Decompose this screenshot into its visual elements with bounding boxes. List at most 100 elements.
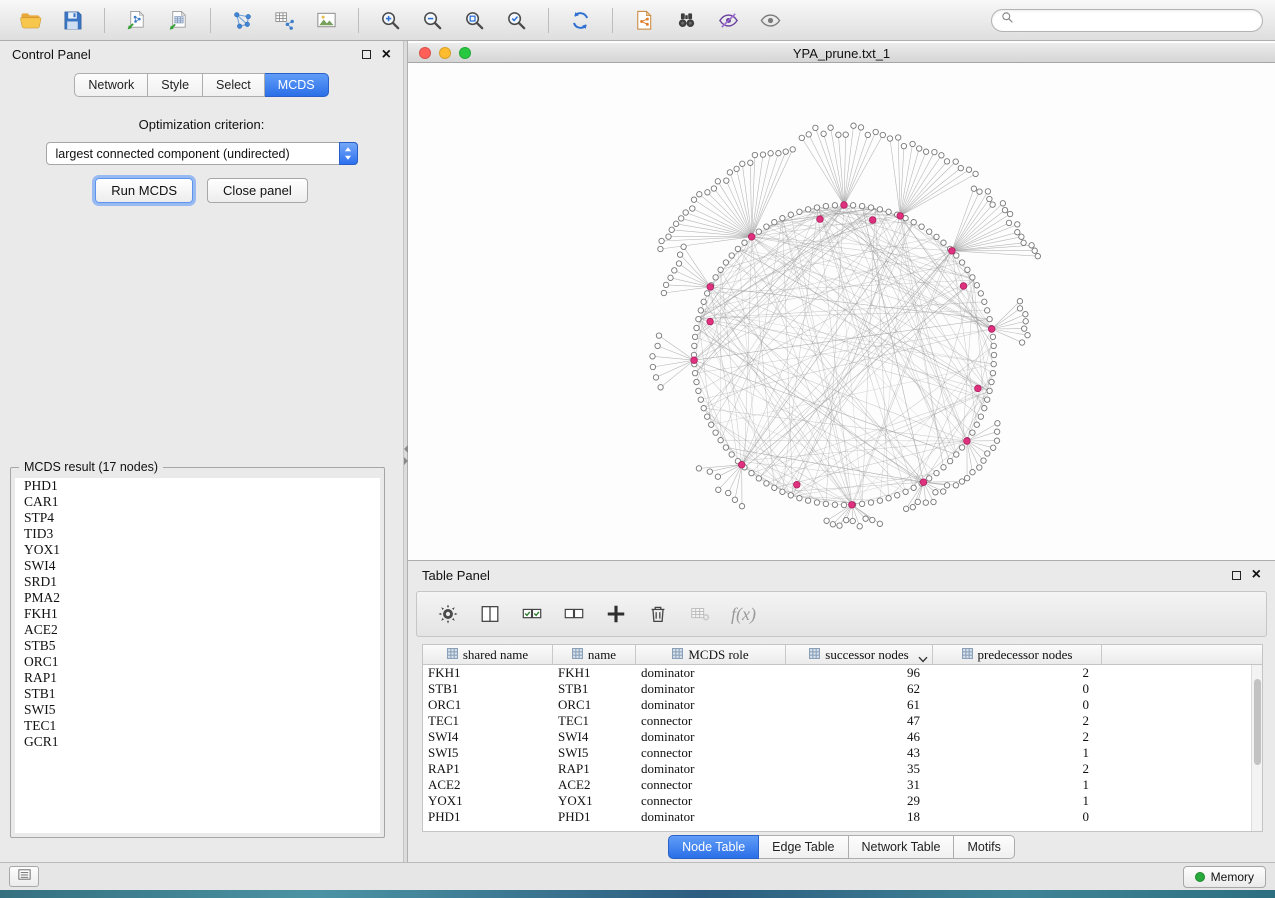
network-canvas[interactable] [408, 63, 1275, 560]
tab-mcds[interactable]: MCDS [265, 73, 329, 97]
zoom-in-button[interactable] [372, 4, 409, 36]
cell-shared_name: PHD1 [423, 809, 553, 825]
column-header-name[interactable]: name [553, 645, 636, 664]
table-scrollbar-thumb[interactable] [1254, 679, 1261, 765]
mcds-result-item[interactable]: PHD1 [15, 478, 380, 494]
mcds-result-item[interactable]: TEC1 [15, 718, 380, 734]
table-row[interactable]: ACE2ACE2connector311 [423, 777, 1262, 793]
column-header-successor_nodes[interactable]: successor nodes [786, 645, 933, 664]
cell-name: SWI4 [553, 729, 636, 745]
close-panel-button[interactable]: Close panel [207, 178, 308, 203]
mcds-result-item[interactable]: PMA2 [15, 590, 380, 606]
mcds-result-item[interactable]: STP4 [15, 510, 380, 526]
column-header-mcds_role[interactable]: MCDS role [636, 645, 786, 664]
mcds-result-item[interactable]: CAR1 [15, 494, 380, 510]
criterion-dropdown[interactable]: largest connected component (undirected) [46, 142, 358, 165]
mcds-result-item[interactable]: GCR1 [15, 734, 380, 750]
mcds-result-item[interactable]: SWI5 [15, 702, 380, 718]
main-toolbar-icons [12, 4, 789, 36]
tab-select[interactable]: Select [203, 73, 265, 97]
tab-edge-table[interactable]: Edge Table [759, 835, 848, 859]
add-row-button[interactable] [599, 597, 633, 631]
search-input[interactable] [1020, 13, 1253, 27]
delete-row-button[interactable] [641, 597, 675, 631]
table-row[interactable]: SWI4SWI4dominator462 [423, 729, 1262, 745]
clear-disabled-button[interactable] [683, 597, 717, 631]
table-row[interactable]: TEC1TEC1connector472 [423, 713, 1262, 729]
refresh-button[interactable] [562, 4, 599, 36]
mcds-result-list[interactable]: PHD1CAR1STP4TID3YOX1SWI4SRD1PMA2FKH1ACE2… [15, 478, 380, 833]
zoom-fit-button[interactable] [456, 4, 493, 36]
table-row[interactable]: FKH1FKH1dominator962 [423, 665, 1262, 681]
float-table-panel-icon[interactable] [1232, 571, 1241, 580]
mcds-result-title: MCDS result (17 nodes) [19, 460, 163, 474]
cell-mcds_role: connector [636, 793, 786, 809]
close-table-panel-icon[interactable]: × [1252, 567, 1261, 583]
cell-mcds_role: dominator [636, 729, 786, 745]
mcds-result-item[interactable]: ACE2 [15, 622, 380, 638]
mcds-result-item[interactable]: YOX1 [15, 542, 380, 558]
style-preview-button[interactable] [710, 4, 747, 36]
cell-predecessor_nodes: 0 [933, 809, 1102, 825]
select-all-button[interactable] [515, 597, 549, 631]
tab-motifs[interactable]: Motifs [954, 835, 1014, 859]
function-builder-button[interactable]: f(x) [731, 604, 756, 625]
mcds-result-item[interactable]: RAP1 [15, 670, 380, 686]
table-row[interactable]: ORC1ORC1dominator610 [423, 697, 1262, 713]
zoom-out-button[interactable] [414, 4, 451, 36]
zoom-selected-button[interactable] [498, 4, 535, 36]
cell-mcds_role: dominator [636, 697, 786, 713]
show-panels-button[interactable] [9, 866, 39, 887]
show-hide-button[interactable] [752, 4, 789, 36]
cell-predecessor_nodes: 2 [933, 729, 1102, 745]
mcds-result-item[interactable]: STB1 [15, 686, 380, 702]
mcds-result-item[interactable]: FKH1 [15, 606, 380, 622]
column-header-predecessor_nodes[interactable]: predecessor nodes [933, 645, 1102, 664]
toolbar-separator [104, 8, 105, 33]
new-network-button[interactable] [224, 4, 261, 36]
import-table-button[interactable] [160, 4, 197, 36]
tab-node-table[interactable]: Node Table [668, 835, 759, 859]
table-row[interactable]: STB1STB1dominator620 [423, 681, 1262, 697]
sort-chevron-icon[interactable] [918, 651, 928, 667]
cell-predecessor_nodes: 0 [933, 681, 1102, 697]
clear-disabled-icon [689, 603, 711, 625]
zoom-in-icon [379, 9, 402, 32]
network-image-button[interactable] [308, 4, 345, 36]
import-network-button[interactable] [118, 4, 155, 36]
network-window-titlebar[interactable]: YPA_prune.txt_1 [408, 43, 1275, 63]
run-mcds-button[interactable]: Run MCDS [95, 178, 193, 203]
mcds-result-item[interactable]: SRD1 [15, 574, 380, 590]
mcds-result-item[interactable]: TID3 [15, 526, 380, 542]
tab-network[interactable]: Network [74, 73, 148, 97]
columns-button[interactable] [473, 597, 507, 631]
column-header-filler [1102, 645, 1262, 664]
cell-successor_nodes: 29 [786, 793, 933, 809]
close-panel-icon[interactable]: × [382, 47, 391, 63]
open-folder-button[interactable] [12, 4, 49, 36]
table-row[interactable]: YOX1YOX1connector291 [423, 793, 1262, 809]
mcds-result-item[interactable]: STB5 [15, 638, 380, 654]
save-button[interactable] [54, 4, 91, 36]
mcds-result-item[interactable]: SWI4 [15, 558, 380, 574]
memory-label: Memory [1211, 870, 1254, 884]
import-network-icon [125, 9, 148, 32]
settings-button[interactable] [431, 597, 465, 631]
cell-successor_nodes: 96 [786, 665, 933, 681]
export-document-button[interactable] [626, 4, 663, 36]
column-header-shared_name[interactable]: shared name [423, 645, 553, 664]
search-network-button[interactable] [668, 4, 705, 36]
tab-network-table[interactable]: Network Table [849, 835, 955, 859]
memory-button[interactable]: Memory [1183, 866, 1266, 888]
tab-style[interactable]: Style [148, 73, 203, 97]
table-scrollbar[interactable] [1251, 665, 1262, 831]
mcds-result-item[interactable]: ORC1 [15, 654, 380, 670]
add-row-icon [605, 603, 627, 625]
table-row[interactable]: RAP1RAP1dominator352 [423, 761, 1262, 777]
network-from-table-button[interactable] [266, 4, 303, 36]
table-row[interactable]: SWI5SWI5connector431 [423, 745, 1262, 761]
unselect-all-button[interactable] [557, 597, 591, 631]
table-row[interactable]: PHD1PHD1dominator180 [423, 809, 1262, 825]
float-panel-icon[interactable] [362, 50, 371, 59]
cell-predecessor_nodes: 2 [933, 665, 1102, 681]
